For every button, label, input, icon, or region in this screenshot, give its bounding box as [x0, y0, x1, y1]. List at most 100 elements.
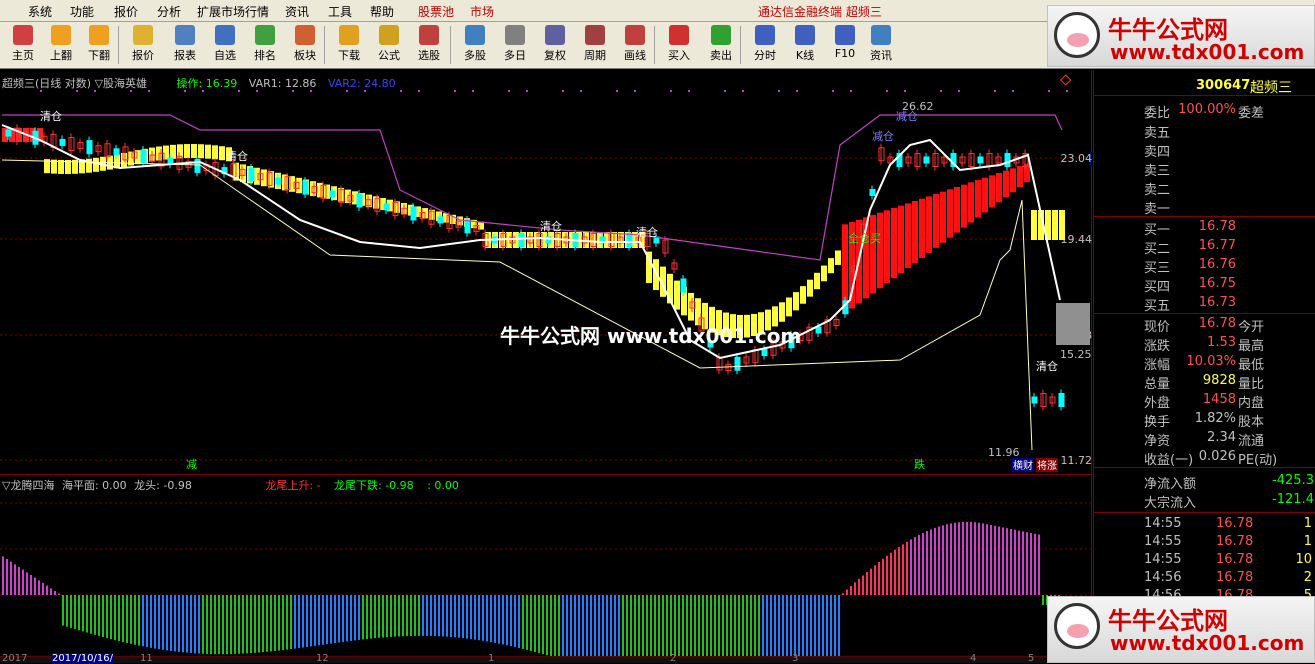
toolbar-button-kline[interactable]: K线 — [786, 24, 824, 67]
indicator-bar — [22, 569, 24, 595]
toolbar-button-quote[interactable]: 报价 — [124, 24, 162, 67]
indicator-bar — [402, 595, 404, 637]
signal-annotation: 清仓 — [1036, 359, 1058, 373]
toolbar-button-arrow-up[interactable]: 上翻 — [42, 24, 80, 67]
indicator-bar — [330, 595, 332, 644]
toolbar-button-select-stock[interactable]: 选股 — [410, 24, 448, 67]
indicator-title[interactable]: ▽龙腾四海 — [2, 479, 54, 492]
toolbar-button-sell[interactable]: 卖出 — [702, 24, 740, 67]
indicator-bar — [634, 595, 636, 658]
indicator-bar — [234, 595, 236, 654]
ribbon-bar — [933, 194, 939, 248]
toolbar-button-rank[interactable]: 排名 — [246, 24, 284, 67]
indicator-bar — [314, 595, 316, 646]
toolbar-button-home[interactable]: 主页 — [4, 24, 42, 67]
menu-market[interactable]: 市场 — [470, 3, 494, 20]
buy-level-1: 买一 16.78 — [1094, 218, 1315, 238]
ribbon-bar — [170, 144, 176, 159]
toolbar-button-multi-stock[interactable]: 多股 — [456, 24, 494, 67]
toolbar-button-buy[interactable]: 买入 — [660, 24, 698, 67]
menu-tools[interactable]: 工具 — [328, 3, 352, 20]
indicator-bar — [318, 595, 320, 646]
indicator-bar — [798, 595, 800, 658]
toolbar-button-formula[interactable]: 公式 — [370, 24, 408, 67]
quote-label: 卖二 — [1144, 183, 1171, 198]
quote-label: 涨跌 — [1144, 339, 1171, 354]
indicator-bar — [222, 595, 224, 655]
toolbar-button-download[interactable]: 下载 — [330, 24, 368, 67]
menu-stock-pool[interactable]: 股票池 — [418, 3, 454, 20]
quote-value: 100.00% — [1178, 102, 1236, 117]
toolbar-button-adjust[interactable]: 复权 — [536, 24, 574, 67]
toolbar-button-draw-line[interactable]: 画线 — [616, 24, 654, 67]
quote-label: 卖五 — [1144, 126, 1171, 141]
toolbar-button-favorite[interactable]: 自选 — [206, 24, 244, 67]
quote-label: 买三 — [1144, 261, 1171, 276]
indicator-bar — [38, 580, 40, 595]
brand-logo-top: 牛牛公式网 www.tdx001.com — [1047, 5, 1315, 67]
indicator-bar — [650, 595, 652, 658]
indicator-bar — [538, 595, 540, 654]
toolbar-button-intraday[interactable]: 分时 — [746, 24, 784, 67]
menu-help[interactable]: 帮助 — [370, 3, 394, 20]
menu-news[interactable]: 资讯 — [285, 3, 309, 20]
indicator-bar — [758, 595, 760, 658]
toolbar-button-period[interactable]: 周期 — [576, 24, 614, 67]
quote-icon — [133, 25, 153, 45]
menu-system[interactable]: 系统 — [28, 3, 52, 20]
candle-body — [437, 216, 444, 224]
ribbon-bar — [254, 167, 260, 185]
signal-dot — [40, 90, 42, 92]
toolbar-label: 分时 — [754, 49, 776, 62]
indicator-bar — [562, 595, 564, 658]
menu-quote[interactable]: 报价 — [114, 3, 138, 20]
menu-function[interactable]: 功能 — [70, 3, 94, 20]
toolbar-button-sector[interactable]: 板块 — [286, 24, 324, 67]
indicator-bar — [874, 565, 876, 595]
current-price-tag: 15.25 — [1060, 348, 1092, 361]
tail-down-value: 龙尾下跌: -0.98 — [334, 479, 414, 492]
indicator-chart-panel[interactable]: 2.001.000.00 ▽龙腾四海 海平面: 0.00 龙头: -0.98 龙… — [0, 474, 1092, 658]
toolbar-button-news[interactable]: 资讯 — [862, 24, 900, 67]
indicator-bar — [302, 595, 304, 648]
indicator-bar — [406, 595, 408, 637]
ratio-row: 委比 100.00% 委差 — [1094, 101, 1315, 121]
quote-value: 0.026 — [1198, 449, 1236, 464]
signal-dot — [778, 90, 780, 92]
indicator-bar — [682, 595, 684, 658]
indicator-bar — [246, 595, 248, 654]
quote-value: 10.03% — [1186, 354, 1236, 369]
indicator-bar — [674, 595, 676, 658]
indicator-bar — [1034, 533, 1036, 595]
main-chart-panel[interactable]: 超频三(日线 对数) ▽股海英雄 操作: 16.39 VAR1: 12.86 V… — [0, 70, 1092, 474]
candle-body — [518, 233, 525, 247]
indicator-bar — [542, 595, 544, 655]
indicator-chart[interactable]: 2.001.000.00 — [0, 475, 1092, 658]
signal-dot — [958, 90, 960, 92]
kline-icon — [795, 25, 815, 45]
signal-dot — [526, 90, 528, 92]
arrow-up-icon — [51, 25, 71, 45]
toolbar-button-multi-day[interactable]: 多日 — [496, 24, 534, 67]
signal-dot — [796, 90, 798, 92]
indicator-bar — [274, 595, 276, 651]
toolbar-label: 多股 — [464, 49, 486, 62]
draw-line-icon — [625, 25, 645, 45]
indicator-bar — [338, 595, 340, 643]
ribbon-bar — [205, 144, 211, 159]
f10-icon — [835, 25, 855, 45]
signal-annotation: 清仓 — [40, 109, 62, 123]
signal-jian: 减 — [186, 458, 197, 471]
signal-dot — [184, 90, 186, 92]
price-chart[interactable]: 23.0419.4415.5811.7215.2526.6211.96清仓清仓清… — [0, 70, 1092, 474]
menu-extended-market[interactable]: 扩展市场行情 — [197, 3, 269, 20]
indicator-bar — [710, 595, 712, 658]
toolbar-button-report[interactable]: 报表 — [166, 24, 204, 67]
toolbar-button-arrow-down[interactable]: 下翻 — [80, 24, 118, 67]
indicator-bar — [714, 595, 716, 658]
menu-analysis[interactable]: 分析 — [157, 3, 181, 20]
indicator-bar — [458, 595, 460, 638]
quote-label-2: 流通 — [1238, 434, 1265, 449]
toolbar-button-f10[interactable]: F10 — [826, 24, 864, 67]
tick-time: 14:55 — [1144, 516, 1182, 531]
